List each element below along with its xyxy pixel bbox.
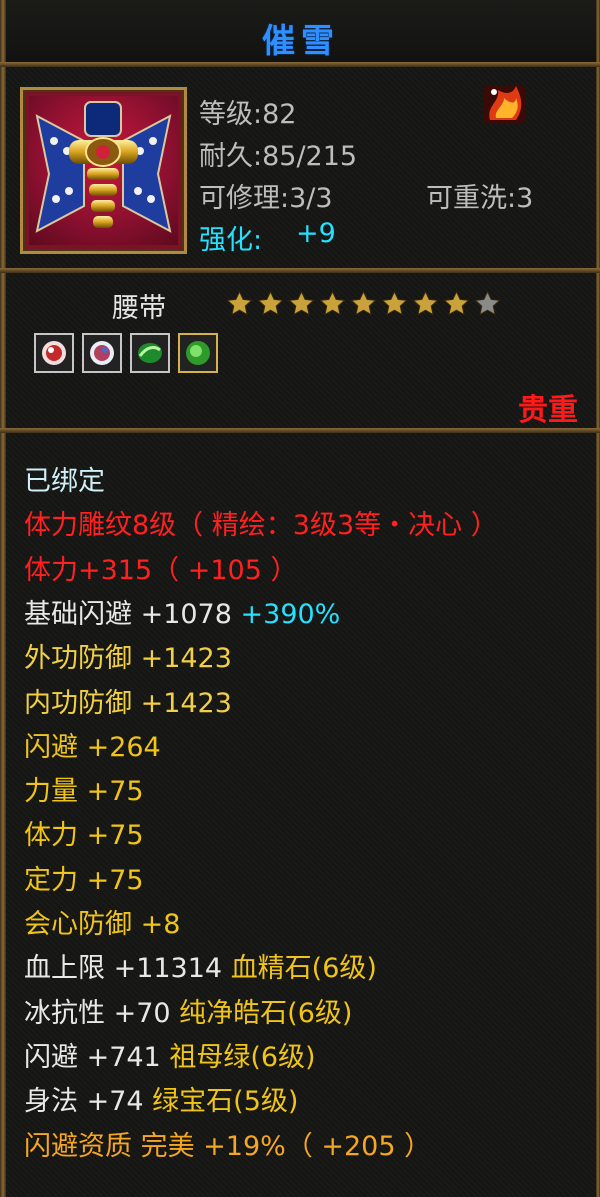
property-text: 会心防御 +8 <box>24 909 181 940</box>
property-line: 外功防御 +1423 <box>24 636 232 675</box>
property-line: 体力 +75 <box>24 813 144 852</box>
item-type: 腰带 <box>112 293 166 324</box>
property-line: 体力雕纹8级（ 精绘：3级3等・决心 ） <box>24 503 498 542</box>
tooltip-window: 催雪 等级:82 耐久:85/215 可修理:3/3 可重洗:3 强化: +9 … <box>0 0 600 1197</box>
star-filled-icon <box>287 290 316 318</box>
property-text: 基础闪避 +1078 <box>24 598 241 630</box>
property-text: 内功防御 +1423 <box>24 687 232 719</box>
property-text: 体力雕纹8级（ 精绘：3级3等・决心 ） <box>24 510 498 542</box>
star-empty-icon <box>473 290 502 318</box>
property-line: 闪避 +264 <box>24 725 161 764</box>
property-text: 闪避 +741 <box>24 1041 170 1073</box>
enhance-label: 强化: <box>199 225 263 256</box>
property-line: 会心防御 +8 <box>24 902 180 941</box>
item-durability: 耐久:85/215 <box>199 141 358 172</box>
property-text: 体力 +75 <box>24 820 144 852</box>
property-text: 外功防御 +1423 <box>24 643 232 675</box>
property-line: 内功防御 +1423 <box>24 681 232 720</box>
property-text: 闪避资质 完美 +19%（ +205 ） <box>24 1130 432 1162</box>
property-line: 定力 +75 <box>24 858 144 897</box>
star-filled-icon <box>225 290 254 318</box>
property-text: 血上限 +11314 <box>24 953 231 985</box>
property-text: 身法 +74 <box>24 1086 153 1118</box>
property-line: 已绑定 <box>24 459 105 498</box>
property-line: 身法 +74 绿宝石(5级) <box>24 1079 298 1118</box>
property-text: 绿宝石(5级) <box>152 1086 299 1118</box>
star-filled-icon <box>380 290 409 318</box>
title-bar: 催雪 <box>6 0 596 63</box>
star-filled-icon <box>318 290 347 318</box>
item-name: 催雪 <box>262 21 340 60</box>
star-rating <box>225 290 502 318</box>
property-line: 基础闪避 +1078 +390% <box>24 592 340 631</box>
item-rewashable: 可重洗:3 <box>426 183 534 214</box>
property-text: 体力+315（ +105 ） <box>24 554 298 586</box>
property-text: 血精石(6级) <box>230 953 377 985</box>
property-text: 已绑定 <box>24 466 105 497</box>
gem-red-icon[interactable] <box>34 333 74 373</box>
property-line: 力量 +75 <box>24 769 144 808</box>
property-line: 体力+315（ +105 ） <box>24 548 297 587</box>
star-filled-icon <box>442 290 471 318</box>
property-text: 闪避 +264 <box>24 731 161 763</box>
item-repairable: 可修理:3/3 <box>199 183 333 214</box>
gem-white-icon[interactable] <box>82 333 122 373</box>
frame-right-border <box>596 0 600 1197</box>
rarity-label: 贵重 <box>518 393 578 428</box>
property-text: 冰抗性 +70 <box>24 997 180 1029</box>
item-icon-frame[interactable] <box>20 87 187 254</box>
property-line: 血上限 +11314 血精石(6级) <box>24 946 377 985</box>
gem-emerald-icon[interactable] <box>178 333 218 373</box>
star-filled-icon <box>349 290 378 318</box>
gem-green-icon[interactable] <box>130 333 170 373</box>
property-line: 冰抗性 +70 纯净皓石(6级) <box>24 991 352 1030</box>
star-filled-icon <box>256 290 285 318</box>
item-level: 等级:82 <box>199 99 297 130</box>
frame-left-border <box>0 0 6 1197</box>
property-text: 力量 +75 <box>24 776 144 808</box>
divider-middle <box>0 268 600 273</box>
property-line: 闪避 +741 祖母绿(6级) <box>24 1035 316 1074</box>
divider-top <box>0 62 600 67</box>
property-line: 闪避资质 完美 +19%（ +205 ） <box>24 1124 431 1163</box>
star-filled-icon <box>411 290 440 318</box>
property-text: +390% <box>240 598 341 630</box>
fire-element-icon <box>480 80 530 130</box>
property-text: 纯净皓石(6级) <box>179 997 353 1029</box>
property-text: 定力 +75 <box>24 864 144 896</box>
gem-sockets <box>34 333 218 373</box>
divider-bottom <box>0 428 600 433</box>
property-text: 祖母绿(6级) <box>169 1041 316 1073</box>
enhance-value: +9 <box>296 218 336 249</box>
item-belt-icon <box>29 96 178 245</box>
